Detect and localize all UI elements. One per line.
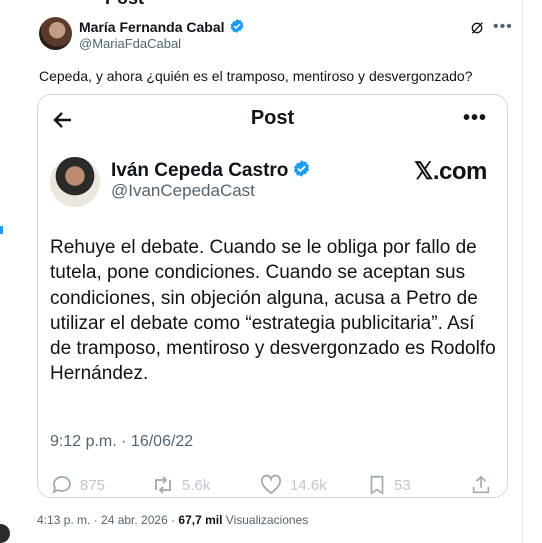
page-title-cut: Post — [105, 0, 144, 9]
x-com-logo: 𝕏.com — [414, 158, 487, 185]
bookmark-count: 53 — [394, 476, 411, 494]
embed-name-row: Iván Cepeda Castro — [111, 159, 311, 182]
embed-timestamp: 9:12 p.m. · 16/06/22 — [50, 433, 194, 450]
embed-author-handle: @IvanCepedaCast — [111, 181, 255, 200]
reply-icon — [52, 476, 71, 494]
repost-icon — [155, 476, 171, 494]
more-icon[interactable]: ••• — [493, 18, 513, 36]
embedded-post-image[interactable]: Post ••• Iván Cepeda Castro @IvanCepedaC… — [37, 94, 508, 498]
left-edge-indicator — [0, 226, 3, 234]
grok-icon[interactable] — [469, 20, 485, 36]
post-meta: 4:13 p. m. · 24 abr. 2026 · 67,7 mil Vis… — [37, 513, 308, 527]
author-avatar[interactable] — [39, 17, 72, 50]
embed-author-name: Iván Cepeda Castro — [111, 160, 289, 181]
like-count: 14.6k — [290, 476, 327, 494]
embed-action-bar: 875 5.6k 14.6k 53 — [38, 473, 507, 497]
views-count: 67,7 mil — [178, 513, 223, 527]
embed-avatar — [50, 157, 100, 207]
verified-badge-icon — [230, 19, 243, 33]
post-timestamp[interactable]: 4:13 p. m. · 24 abr. 2026 · — [37, 513, 178, 527]
tweet-text: Cepeda, y ahora ¿quién es el tramposo, m… — [39, 68, 473, 84]
bookmark-icon — [370, 475, 384, 495]
embed-body-text: Rehuye el debate. Cuando se le obliga po… — [50, 237, 496, 385]
repost-action: 5.6k — [150, 473, 210, 497]
views-label: Visualizaciones — [222, 513, 309, 527]
reply-count: 875 — [80, 476, 106, 494]
verified-badge-icon — [294, 160, 310, 177]
like-icon — [260, 474, 282, 495]
left-edge-handle[interactable] — [0, 524, 10, 543]
author-handle[interactable]: @MariaFdaCabal — [79, 36, 181, 51]
author-name-row[interactable]: María Fernanda Cabal — [79, 18, 245, 35]
share-action — [470, 473, 492, 497]
bookmark-action: 53 — [366, 473, 411, 497]
reply-action: 875 — [50, 473, 105, 497]
column-divider — [522, 0, 523, 543]
like-action: 14.6k — [258, 473, 327, 497]
repost-count: 5.6k — [182, 476, 211, 494]
embed-header: Post — [250, 107, 295, 129]
author-name[interactable]: María Fernanda Cabal — [79, 19, 225, 35]
embed-more-icon: ••• — [462, 107, 487, 129]
share-icon — [472, 475, 490, 494]
